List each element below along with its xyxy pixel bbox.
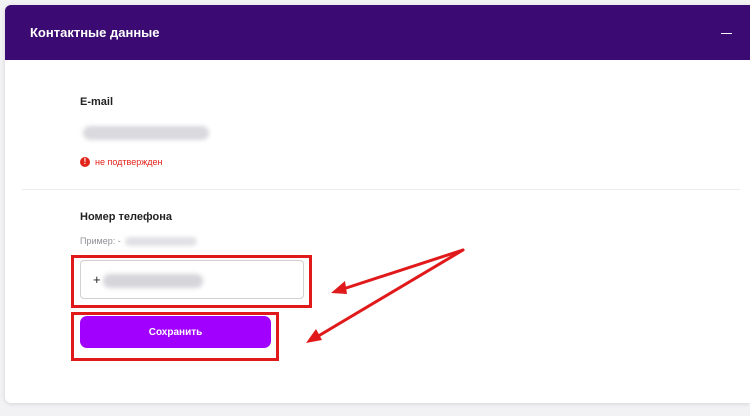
panel-header[interactable]: Контактные данные [5,5,750,60]
phone-section: Номер телефона Пример: - [80,211,197,246]
phone-input[interactable]: + [80,260,304,299]
email-value-blurred [83,126,209,140]
panel-title: Контактные данные [30,25,160,40]
phone-example: Пример: - [80,236,197,246]
email-status-text: не подтвержден [95,157,163,167]
section-divider [22,189,740,190]
email-label: E-mail [80,96,114,108]
exclamation-circle-icon: ! [80,157,90,167]
phone-example-text: Пример: - [80,236,121,246]
phone-input-value-blurred [102,273,203,288]
email-status: ! не подтвержден [80,157,162,167]
minus-icon[interactable] [721,33,732,34]
email-section: E-mail ! не подтвержден [80,96,209,167]
phone-example-blurred [124,236,197,246]
phone-label: Номер телефона [80,211,172,223]
phone-input-prefix: + [93,272,101,287]
save-button[interactable]: Сохранить [80,316,271,348]
